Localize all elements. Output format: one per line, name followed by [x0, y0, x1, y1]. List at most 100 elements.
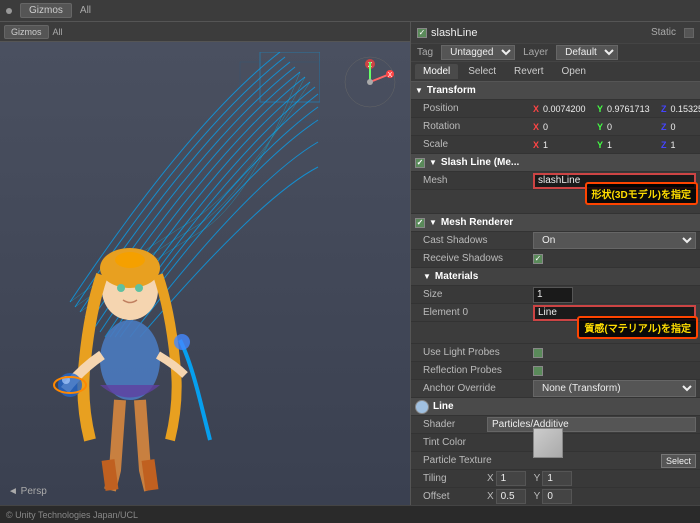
- rot-z-value: 0: [671, 122, 700, 132]
- line-material-header[interactable]: Line: [411, 398, 700, 416]
- viewport[interactable]: Gizmos All: [0, 22, 410, 505]
- main-content: Gizmos All: [0, 22, 700, 505]
- scale-label: Scale: [423, 139, 533, 150]
- gizmos-button[interactable]: Gizmos: [20, 3, 72, 18]
- mesh-label: Mesh: [423, 175, 533, 186]
- mesh-renderer-triangle: ▼: [429, 218, 437, 227]
- element0-label: Element 0: [423, 307, 533, 318]
- mesh-renderer-checkbox[interactable]: ✓: [415, 218, 425, 228]
- select-texture-button[interactable]: Select: [661, 454, 696, 468]
- viewport-toolbar: Gizmos All: [0, 22, 410, 42]
- scale-row: Scale X 1 Y 1 Z 1: [411, 136, 700, 154]
- position-row: Position X 0.0074200 Y 0.9761713 Z 0.153…: [411, 100, 700, 118]
- position-label: Position: [423, 103, 533, 114]
- light-probes-checkbox[interactable]: [533, 348, 543, 358]
- tiling-x-item: X: [487, 471, 526, 486]
- tab-select[interactable]: Select: [460, 64, 504, 79]
- inspector-body[interactable]: ▼ Transform Position X 0.0074200 Y 0.976…: [411, 82, 700, 505]
- layer-label: Layer: [523, 47, 548, 58]
- light-probes-label: Use Light Probes: [423, 347, 533, 358]
- mesh-annotation-bubble: 形状(3Dモデル)を指定: [585, 182, 698, 205]
- layer-select[interactable]: Default: [556, 45, 618, 60]
- offset-x-label: X: [487, 491, 494, 502]
- tiling-x-input[interactable]: [496, 471, 526, 486]
- tiling-y-input[interactable]: [542, 471, 572, 486]
- static-label: Static: [651, 27, 676, 38]
- particle-texture-label: Particle Texture: [423, 455, 533, 466]
- light-probes-row: Use Light Probes: [411, 344, 700, 362]
- anchor-select[interactable]: None (Transform): [533, 380, 696, 397]
- toolbar-gizmos[interactable]: Gizmos: [4, 25, 49, 39]
- transform-title: Transform: [427, 85, 476, 96]
- receive-shadows-row: Receive Shadows ✓: [411, 250, 700, 268]
- element-annotation-row: 質感(マテリアル)を指定: [411, 322, 700, 344]
- position-value: X 0.0074200 Y 0.9761713 Z 0.1532517: [533, 104, 700, 114]
- tab-revert[interactable]: Revert: [506, 64, 551, 79]
- scale-x-value: 1: [543, 140, 593, 150]
- viewport-gizmo[interactable]: Z X: [340, 52, 400, 112]
- pos-z-label: Z: [661, 104, 667, 114]
- static-toggle[interactable]: [684, 28, 694, 38]
- offset-y-label: Y: [534, 491, 541, 502]
- tiling-row: Tiling X Y: [411, 470, 700, 488]
- tiling-x-label: X: [487, 473, 494, 484]
- anchor-label: Anchor Override: [423, 383, 533, 394]
- tiling-label: Tiling: [423, 473, 483, 484]
- cast-shadows-select[interactable]: On: [533, 232, 696, 249]
- all-label: All: [80, 5, 91, 16]
- rotation-label: Rotation: [423, 121, 533, 132]
- materials-size-input[interactable]: [533, 287, 573, 303]
- reflection-probes-label: Reflection Probes: [423, 365, 533, 376]
- tiling-xy: X Y: [487, 471, 572, 486]
- tiling-y-label: Y: [534, 473, 541, 484]
- inspector-panel: ✓ slashLine Static Tag Untagged Layer De…: [410, 22, 700, 505]
- object-active-checkbox[interactable]: ✓: [417, 28, 427, 38]
- line-material-name: Line: [433, 401, 454, 412]
- rot-y-label: Y: [597, 122, 603, 132]
- viewport-scene: Z X ◄ Persp: [0, 42, 410, 505]
- menu-dot: [6, 8, 12, 14]
- tab-open[interactable]: Open: [554, 64, 594, 79]
- transform-section-header[interactable]: ▼ Transform: [411, 82, 700, 100]
- reflection-probes-checkbox[interactable]: [533, 366, 543, 376]
- tag-select[interactable]: Untagged: [441, 45, 515, 60]
- offset-x-input[interactable]: [496, 489, 526, 504]
- mesh-annotation-row: 形状(3Dモデル)を指定: [411, 190, 700, 214]
- transform-triangle: ▼: [415, 86, 423, 95]
- rot-x-label: X: [533, 122, 539, 132]
- scale-y-label: Y: [597, 140, 603, 150]
- offset-label: Offset: [423, 491, 483, 502]
- slashline-section-header[interactable]: ✓ ▼ Slash Line (Me...: [411, 154, 700, 172]
- slashline-triangle: ▼: [429, 158, 437, 167]
- mesh-renderer-title: Mesh Renderer: [441, 217, 513, 228]
- object-header: ✓ slashLine Static: [411, 22, 700, 44]
- anchor-value: None (Transform): [533, 380, 696, 397]
- mesh-renderer-header[interactable]: ✓ ▼ Mesh Renderer: [411, 214, 700, 232]
- tint-color-row: Tint Color: [411, 434, 700, 452]
- receive-shadows-label: Receive Shadows: [423, 253, 533, 264]
- pos-z-value: 0.1532517: [671, 104, 700, 114]
- element-annotation-bubble: 質感(マテリアル)を指定: [577, 316, 698, 339]
- inspector-tabs: Model Select Revert Open: [411, 62, 700, 82]
- materials-header[interactable]: ▼ Materials: [411, 268, 700, 286]
- scale-value: X 1 Y 1 Z 1: [533, 140, 700, 150]
- svg-text:X: X: [388, 72, 393, 79]
- scale-x-label: X: [533, 140, 539, 150]
- anchor-row: Anchor Override None (Transform): [411, 380, 700, 398]
- particle-texture-row: Particle Texture Select: [411, 452, 700, 470]
- materials-label: Materials: [435, 271, 478, 282]
- shader-label: Shader: [423, 419, 483, 430]
- tint-color-label: Tint Color: [423, 437, 533, 448]
- offset-row: Offset X Y: [411, 488, 700, 505]
- receive-shadows-checkbox[interactable]: ✓: [533, 254, 543, 264]
- character-svg: [30, 160, 230, 500]
- tab-model[interactable]: Model: [415, 64, 458, 79]
- pos-x-label: X: [533, 104, 539, 114]
- pos-y-value: 0.9761713: [607, 104, 657, 114]
- offset-y-input[interactable]: [542, 489, 572, 504]
- rot-z-label: Z: [661, 122, 667, 132]
- rot-x-value: 0: [543, 122, 593, 132]
- tag-label: Tag: [417, 47, 433, 58]
- materials-triangle: ▼: [423, 272, 431, 281]
- slashline-checkbox[interactable]: ✓: [415, 158, 425, 168]
